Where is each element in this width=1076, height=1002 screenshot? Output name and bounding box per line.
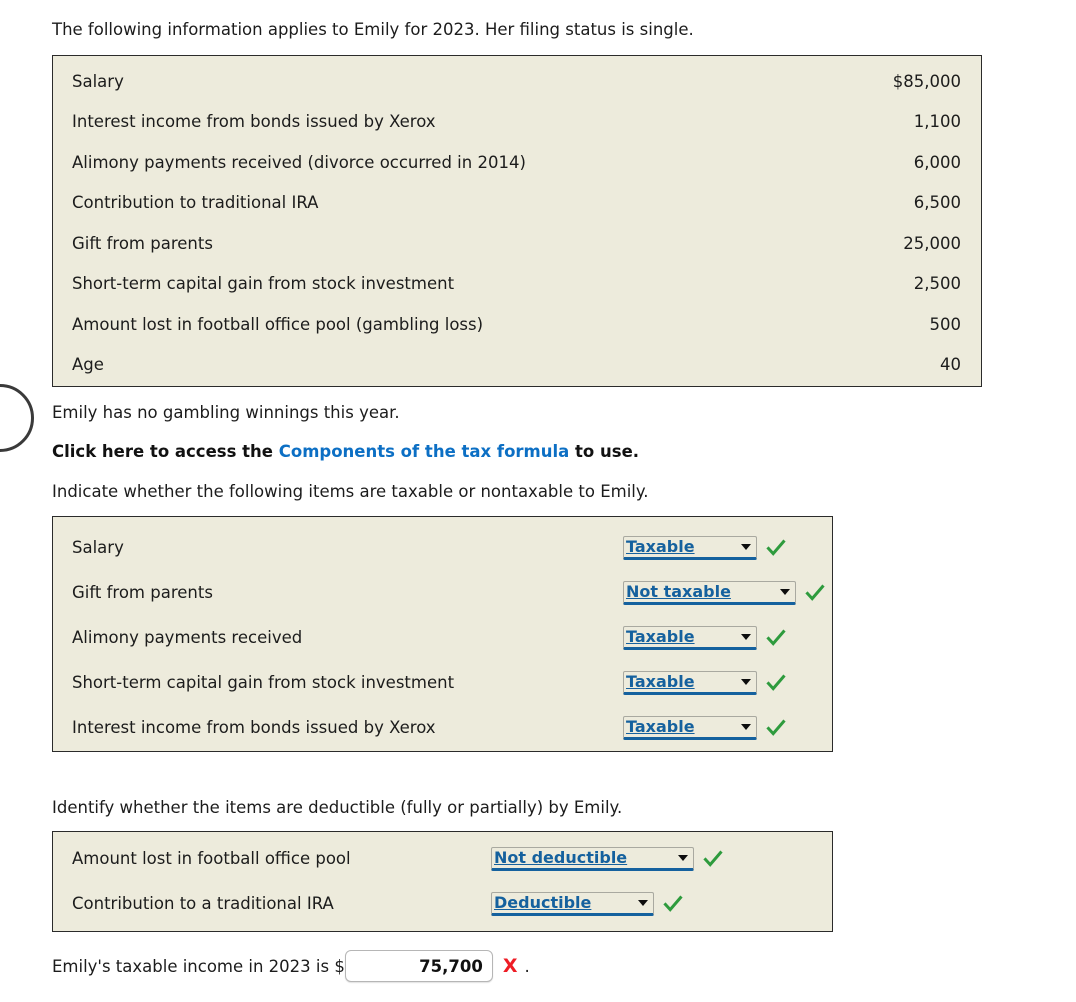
list-item: Salary Taxable (53, 525, 832, 570)
fact-value: 25,000 (903, 233, 961, 253)
answer-control-group: Taxable (623, 715, 786, 740)
taxable-select-gift-from-parents[interactable]: Not taxable (623, 580, 796, 605)
taxable-select-salary[interactable]: Taxable (623, 535, 757, 560)
answer-trailing-period: . (524, 956, 530, 976)
answer-control-group: Taxable (623, 535, 786, 560)
fact-label: Short-term capital gain from stock inves… (72, 274, 455, 294)
taxable-income-input[interactable]: 75,700 (344, 950, 493, 982)
deductible-select-football-office-pool[interactable]: Not deductible (491, 846, 694, 871)
correct-check-icon (766, 628, 786, 646)
row-label: Alimony payments received (72, 628, 303, 647)
fact-label: Interest income from bonds issued by Xer… (72, 112, 436, 132)
fact-label: Salary (72, 71, 124, 91)
row-label: Short-term capital gain from stock inves… (72, 673, 455, 692)
list-item: Gift from parents Not taxable (53, 570, 832, 615)
identify-instruction: Identify whether the items are deductibl… (52, 798, 623, 817)
deductible-panel: Amount lost in football office pool Not … (52, 831, 833, 932)
taxable-panel: Salary Taxable Gift from parents Not tax… (52, 516, 833, 752)
table-row: Amount lost in football office pool (gam… (53, 304, 981, 345)
fact-label: Amount lost in football office pool (gam… (72, 314, 484, 334)
facts-panel: Salary $85,000 Interest income from bond… (52, 55, 982, 387)
chevron-down-icon (678, 854, 688, 861)
answer-control-group: Not taxable (623, 580, 825, 605)
correct-check-icon (703, 849, 723, 867)
gambling-note: Emily has no gambling winnings this year… (52, 403, 400, 422)
list-item: Interest income from bonds issued by Xer… (53, 705, 832, 750)
taxable-select-interest-income-xerox[interactable]: Taxable (623, 715, 757, 740)
page-edge-circle-artifact (0, 384, 34, 452)
correct-check-icon (805, 583, 825, 601)
row-label: Contribution to a traditional IRA (72, 894, 334, 913)
components-of-tax-formula-link[interactable]: Components of the tax formula (279, 442, 570, 461)
select-value: Not deductible (494, 848, 628, 867)
click-line-before: Click here to access the (52, 442, 279, 461)
select-value: Taxable (626, 672, 695, 691)
fact-value: 6,500 (913, 193, 961, 213)
fact-value: 1,100 (913, 112, 961, 132)
select-value: Taxable (626, 717, 695, 736)
taxable-select-short-term-capital-gain[interactable]: Taxable (623, 670, 757, 695)
fact-label: Age (72, 355, 104, 375)
answer-prefix-label: Emily's taxable income in 2023 is $ (52, 956, 345, 976)
tax-formula-click-line: Click here to access the Components of t… (52, 442, 639, 461)
select-value: Not taxable (626, 582, 731, 601)
list-item: Alimony payments received Taxable (53, 615, 832, 660)
fact-value: 500 (929, 314, 962, 334)
taxable-select-alimony-payments-received[interactable]: Taxable (623, 625, 757, 650)
row-label: Gift from parents (72, 583, 213, 602)
row-label: Salary (72, 538, 124, 557)
fact-label: Gift from parents (72, 233, 213, 253)
chevron-down-icon (741, 678, 751, 685)
table-row: Gift from parents 25,000 (53, 223, 981, 264)
select-value: Taxable (626, 627, 695, 646)
correct-check-icon (766, 673, 786, 691)
list-item: Short-term capital gain from stock inves… (53, 660, 832, 705)
list-item: Contribution to a traditional IRA Deduct… (53, 881, 832, 926)
chevron-down-icon (638, 899, 648, 906)
row-label: Amount lost in football office pool (72, 849, 351, 868)
table-row: Salary $85,000 (53, 61, 981, 102)
answer-control-group: Taxable (623, 670, 786, 695)
select-value: Taxable (626, 537, 695, 556)
fact-value: 40 (940, 355, 961, 375)
intro-text: The following information applies to Emi… (52, 20, 694, 39)
answer-control-group: Taxable (623, 625, 786, 650)
table-row: Age 40 (53, 345, 981, 386)
correct-check-icon (766, 538, 786, 556)
indicate-instruction: Indicate whether the following items are… (52, 482, 649, 501)
deductible-select-traditional-ira[interactable]: Deductible (491, 891, 654, 916)
taxable-income-answer-line: Emily's taxable income in 2023 is $ 75,7… (52, 950, 530, 982)
answer-control-group: Deductible (491, 891, 683, 916)
table-row: Alimony payments received (divorce occur… (53, 142, 981, 183)
table-row: Short-term capital gain from stock inves… (53, 264, 981, 305)
table-row: Contribution to traditional IRA 6,500 (53, 183, 981, 224)
correct-check-icon (663, 894, 683, 912)
table-row: Interest income from bonds issued by Xer… (53, 102, 981, 143)
answer-control-group: Not deductible (491, 846, 723, 871)
click-line-after: to use. (569, 442, 640, 461)
list-item: Amount lost in football office pool Not … (53, 836, 832, 881)
chevron-down-icon (780, 588, 790, 595)
fact-value: 6,000 (913, 152, 961, 172)
fact-label: Alimony payments received (divorce occur… (72, 152, 526, 172)
fact-value: $85,000 (892, 71, 961, 91)
chevron-down-icon (741, 633, 751, 640)
select-value: Deductible (494, 893, 592, 912)
chevron-down-icon (741, 723, 751, 730)
fact-value: 2,500 (913, 274, 961, 294)
correct-check-icon (766, 718, 786, 736)
fact-label: Contribution to traditional IRA (72, 193, 319, 213)
incorrect-x-icon: X (502, 954, 518, 977)
row-label: Interest income from bonds issued by Xer… (72, 718, 436, 737)
chevron-down-icon (741, 543, 751, 550)
